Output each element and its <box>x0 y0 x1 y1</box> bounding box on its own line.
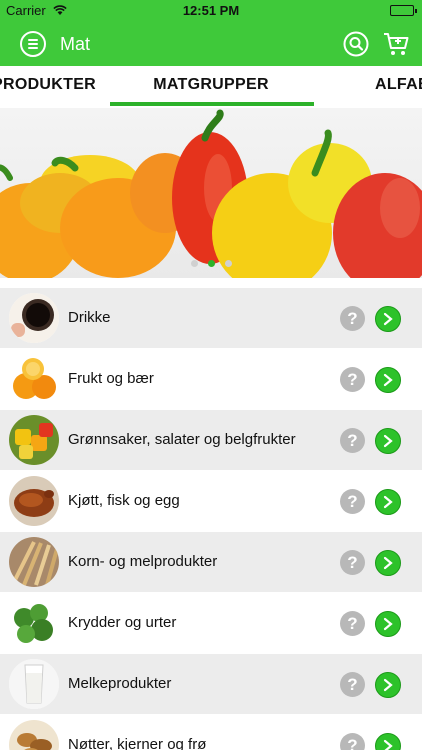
menu-button[interactable] <box>20 31 46 57</box>
peppers-image <box>0 109 422 278</box>
roast-chicken-icon <box>9 476 59 526</box>
nuts-icon <box>9 720 59 750</box>
banner-carousel[interactable] <box>0 108 422 278</box>
item-label: Drikke <box>68 309 111 326</box>
help-button[interactable]: ? <box>340 672 365 697</box>
vegetables-icon <box>9 415 59 465</box>
help-button[interactable]: ? <box>340 367 365 392</box>
help-button[interactable]: ? <box>340 489 365 514</box>
status-bar: Carrier 12:51 PM <box>0 0 422 22</box>
page-title: Mat <box>60 34 91 54</box>
cart-button[interactable] <box>382 30 410 58</box>
chevron-right-icon <box>383 556 393 570</box>
go-button[interactable] <box>375 550 401 576</box>
active-tab-indicator <box>110 102 314 106</box>
tab-alfabetisk[interactable]: ALFABETISK <box>375 76 422 94</box>
go-button[interactable] <box>375 428 401 454</box>
help-button[interactable]: ? <box>340 611 365 636</box>
item-label: Grønnsaker, salater og belgfrukter <box>68 431 296 448</box>
chevron-right-icon <box>383 495 393 509</box>
chevron-right-icon <box>383 373 393 387</box>
go-button[interactable] <box>375 367 401 393</box>
go-button[interactable] <box>375 611 401 637</box>
chevron-right-icon <box>383 617 393 631</box>
cart-icon <box>384 33 409 55</box>
tab-bar: PRODUKTER MATGRUPPER ALFABETISK <box>0 66 422 108</box>
go-button[interactable] <box>375 733 401 750</box>
chevron-right-icon <box>383 434 393 448</box>
chevron-right-icon <box>383 678 393 692</box>
nav-bar: Mat <box>0 22 422 66</box>
item-label: Nøtter, kjerner og frø <box>68 736 207 750</box>
item-label: Melkeprodukter <box>68 675 172 692</box>
carousel-dots <box>0 254 422 272</box>
clock-label: 12:51 PM <box>182 3 240 18</box>
tab-matgrupper[interactable]: MATGRUPPER <box>0 76 422 94</box>
help-button[interactable]: ? <box>340 306 365 331</box>
wheat-icon <box>9 537 59 587</box>
help-button[interactable]: ? <box>340 550 365 575</box>
herbs-icon <box>9 598 59 648</box>
category-list: Drikke ? Frukt og bær ? Grønnsaker, sala… <box>0 288 422 750</box>
go-button[interactable] <box>375 672 401 698</box>
carousel-dot-active[interactable] <box>207 260 215 267</box>
list-item[interactable]: Drikke ? <box>0 288 422 349</box>
list-item[interactable]: Frukt og bær ? <box>0 349 422 410</box>
milk-glass-icon <box>9 659 59 709</box>
list-item[interactable]: Krydder og urter ? <box>0 593 422 654</box>
orange-icon <box>9 354 59 404</box>
list-item[interactable]: Kjøtt, fisk og egg ? <box>0 471 422 532</box>
carousel-dot[interactable] <box>224 260 232 267</box>
chevron-right-icon <box>383 739 393 750</box>
search-button[interactable] <box>343 31 369 57</box>
coffee-icon <box>9 293 59 343</box>
item-label: Frukt og bær <box>68 370 154 387</box>
chevron-right-icon <box>383 312 393 326</box>
list-item[interactable]: Korn- og melprodukter ? <box>0 532 422 593</box>
help-button[interactable]: ? <box>340 428 365 453</box>
list-item[interactable]: Melkeprodukter ? <box>0 654 422 715</box>
list-item[interactable]: Nøtter, kjerner og frø ? <box>0 715 422 750</box>
search-icon <box>343 31 369 57</box>
battery-icon <box>390 5 417 16</box>
item-label: Kjøtt, fisk og egg <box>68 492 180 509</box>
help-button[interactable]: ? <box>340 733 365 750</box>
item-label: Krydder og urter <box>68 614 177 631</box>
item-label: Korn- og melprodukter <box>68 553 218 570</box>
go-button[interactable] <box>375 489 401 515</box>
go-button[interactable] <box>375 306 401 332</box>
carousel-dot[interactable] <box>190 260 198 267</box>
list-item[interactable]: Grønnsaker, salater og belgfrukter ? <box>0 410 422 471</box>
